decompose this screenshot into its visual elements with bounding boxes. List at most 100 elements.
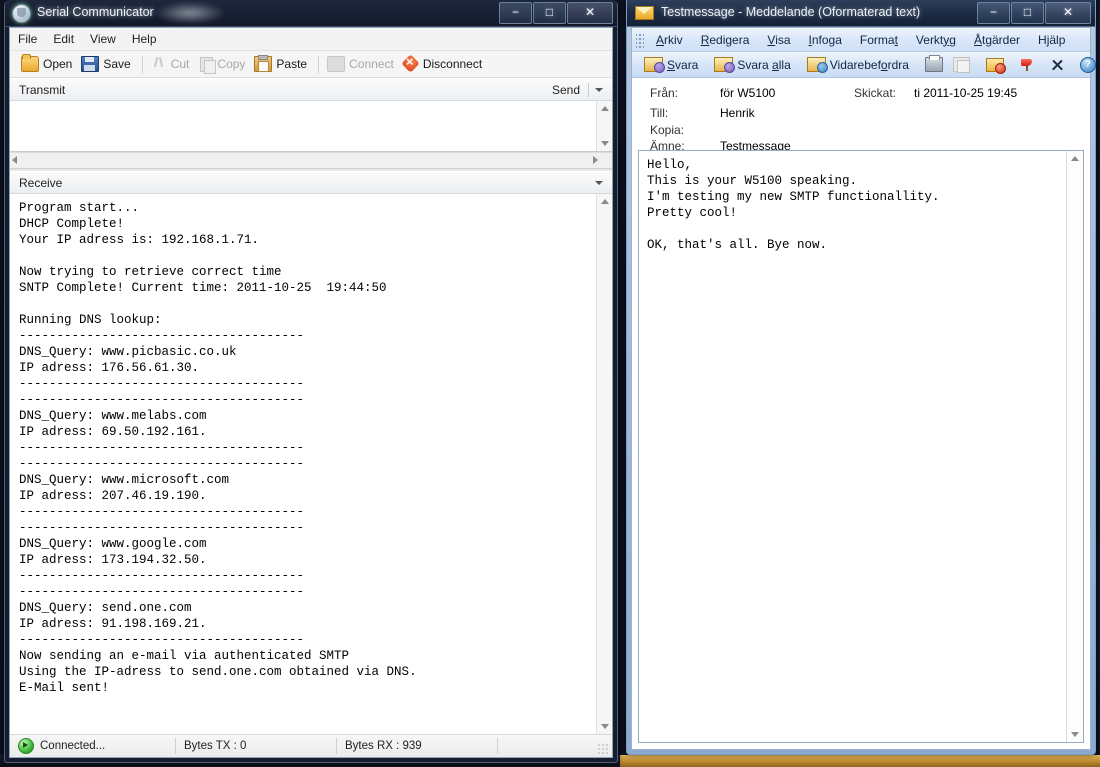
minimize-button[interactable]: − [499, 2, 532, 24]
menu-accel: A [656, 33, 664, 47]
scroll-left-icon[interactable] [12, 156, 17, 164]
maximize-button[interactable]: □ [533, 2, 566, 24]
transmit-horizontal-scrollbar[interactable] [10, 152, 612, 169]
menu-rest: nfoga [812, 33, 842, 47]
menu-item-infoga[interactable]: Infoga [800, 31, 851, 49]
serial-communicator-window[interactable]: Serial Communicator − □ ✕ File Edit View… [4, 0, 618, 763]
window-title: Serial Communicator [37, 5, 154, 19]
disconnect-button-label: Disconnect [423, 57, 482, 71]
scroll-down-icon[interactable] [597, 719, 612, 734]
from-value[interactable]: för W5100 [720, 86, 775, 100]
scroll-up-icon[interactable] [597, 194, 612, 209]
mail-body-vertical-scrollbar[interactable] [1066, 151, 1083, 742]
transmit-vertical-scrollbar[interactable] [596, 101, 612, 151]
serial-status-bar: Connected... Bytes TX : 0 Bytes RX : 939 [10, 734, 612, 757]
paste-button[interactable]: Paste [251, 55, 313, 73]
chevron-down-icon[interactable] [595, 181, 603, 185]
menu-item-redigera[interactable]: Redigera [692, 31, 759, 49]
chevron-down-icon[interactable] [595, 88, 603, 92]
help-button[interactable]: ? [1075, 56, 1100, 74]
scroll-up-icon[interactable] [597, 101, 612, 116]
mail-menu-bar[interactable]: Arkiv Redigera Visa Infoga Format Verkty… [632, 28, 1090, 52]
menu-item-visa[interactable]: Visa [758, 31, 799, 49]
menu-item-hjalp[interactable]: Hjälp [1029, 31, 1074, 49]
menu-item-arkiv[interactable]: Arkiv [647, 31, 692, 49]
junk-mail-icon [986, 58, 1004, 72]
scroll-down-icon[interactable] [597, 136, 612, 151]
connect-button-label: Connect [349, 57, 394, 71]
serial-menu-bar[interactable]: File Edit View Help [10, 28, 612, 51]
cut-button: Cut [148, 56, 196, 72]
menu-item-atgarder[interactable]: Åtgärder [965, 31, 1029, 49]
save-button[interactable]: Save [78, 55, 136, 73]
save-button-label: Save [103, 57, 130, 71]
status-connection: Connected... [10, 735, 175, 757]
paste-button-label: Paste [276, 57, 307, 71]
flag-button[interactable] [1015, 57, 1039, 73]
close-button[interactable]: ✕ [567, 2, 613, 24]
menu-grip-handle[interactable] [636, 32, 644, 48]
taskbar-accent-strip [620, 755, 1100, 767]
plug-icon [327, 56, 345, 72]
forward-accel: o [881, 58, 888, 72]
maximize-button[interactable]: □ [1011, 2, 1044, 24]
menu-item-edit[interactable]: Edit [53, 32, 74, 46]
mail-title-bar[interactable]: Testmessage - Meddelande (Oformaterad te… [627, 0, 1095, 27]
scroll-down-icon[interactable] [1067, 727, 1082, 742]
serial-title-bar[interactable]: Serial Communicator − □ ✕ [5, 0, 617, 27]
menu-item-help[interactable]: Help [132, 32, 157, 46]
transmit-input[interactable] [10, 101, 597, 151]
menu-rest: rkiv [664, 33, 683, 47]
junk-mail-button[interactable] [981, 57, 1009, 73]
copy-icon [200, 57, 213, 72]
mail-message-window[interactable]: Testmessage - Meddelande (Oformaterad te… [626, 0, 1096, 755]
receive-vertical-scrollbar[interactable] [596, 194, 612, 734]
reply-all-accel: a [772, 58, 779, 72]
serial-window-client-area: File Edit View Help Open Save Cut [9, 27, 613, 758]
transmit-panel-header: Transmit Send [10, 78, 612, 101]
receive-area[interactable]: Program start... DHCP Complete! Your IP … [10, 194, 612, 734]
mail-toolbar[interactable]: Svara Svara alla Vidarebefordra [632, 52, 1090, 78]
menu-item-file[interactable]: File [18, 32, 37, 46]
scroll-up-icon[interactable] [1067, 151, 1082, 166]
sent-value: ti 2011-10-25 19:45 [914, 86, 1017, 100]
close-button[interactable]: ✕ [1045, 2, 1091, 24]
forward-button[interactable]: Vidarebefordra [802, 56, 914, 73]
copy-button-label: Copy [217, 57, 245, 71]
folder-open-icon [21, 56, 39, 72]
from-label: Från: [650, 86, 678, 100]
menu-rest: g [949, 33, 956, 47]
scroll-right-icon[interactable] [593, 156, 598, 164]
menu-accel: t [895, 33, 898, 47]
mail-client-area: Arkiv Redigera Visa Infoga Format Verkty… [631, 27, 1091, 750]
reply-all-button[interactable]: Svara alla [709, 56, 795, 73]
cut-button-label: Cut [171, 57, 190, 71]
menu-item-verktyg[interactable]: Verktyg [907, 31, 965, 49]
copy-to-folder-button [948, 56, 975, 73]
open-button[interactable]: Open [18, 55, 78, 73]
menu-rest: älp [1049, 33, 1065, 47]
app-icon [12, 4, 31, 23]
print-button[interactable] [920, 56, 948, 73]
window-controls[interactable]: − □ ✕ [498, 2, 613, 24]
reply-accel: S [667, 58, 675, 72]
menu-item-view[interactable]: View [90, 32, 116, 46]
scissors-icon [151, 57, 167, 71]
disconnect-button[interactable]: Disconnect [400, 56, 488, 72]
status-empty-cell [498, 735, 612, 757]
title-bar-glass-highlight [155, 2, 225, 24]
send-button[interactable]: Send [552, 83, 588, 97]
minimize-button[interactable]: − [977, 2, 1010, 24]
header-row-from: Från: för W5100 Skickat: ti 2011-10-25 1… [632, 86, 1090, 103]
resize-grip[interactable] [597, 743, 609, 755]
mail-header-fields: Från: för W5100 Skickat: ti 2011-10-25 1… [632, 78, 1090, 150]
reply-button[interactable]: Svara [639, 56, 703, 73]
mail-window-controls[interactable]: − □ ✕ [976, 2, 1091, 24]
delete-button[interactable] [1045, 57, 1069, 73]
menu-item-format[interactable]: Format [851, 31, 907, 49]
menu-pre: Forma [860, 33, 895, 47]
menu-rest: isa [775, 33, 790, 47]
serial-toolbar[interactable]: Open Save Cut Copy Paste [10, 51, 612, 78]
to-value[interactable]: Henrik [720, 106, 755, 120]
mail-body-container[interactable]: Hello, This is your W5100 speaking. I'm … [638, 150, 1084, 743]
